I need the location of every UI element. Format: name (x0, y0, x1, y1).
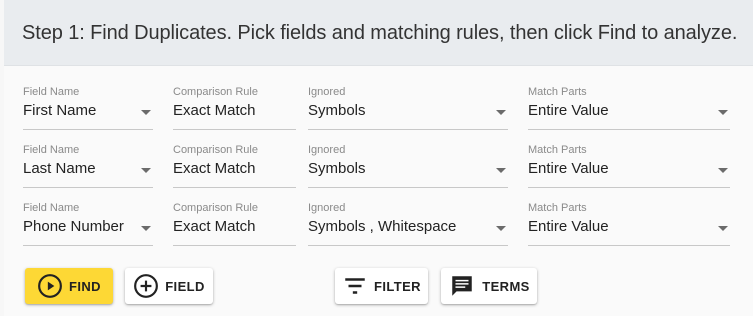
arrow-drop-down-icon (141, 226, 151, 231)
field-name-label: Field Name (23, 86, 80, 98)
field-name-select-1[interactable]: Field Name First Name (23, 86, 153, 130)
ignored-select-2[interactable]: Ignored Symbols (308, 144, 508, 188)
match-parts-select-2[interactable]: Match Parts Entire Value (528, 144, 730, 188)
field-underline (308, 245, 508, 246)
add-circle-outline-icon (133, 273, 159, 299)
match-parts-value: Entire Value (528, 218, 609, 235)
arrow-drop-down-icon (496, 110, 506, 115)
field-underline (173, 187, 296, 188)
field-name-value: First Name (23, 102, 97, 119)
arrow-drop-down-icon (718, 226, 728, 231)
ignored-label: Ignored (308, 86, 346, 98)
step-header: Step 1: Find Duplicates. Pick fields and… (4, 0, 753, 66)
filter-button-label: FILTER (374, 278, 421, 294)
field-underline (528, 187, 730, 188)
filter-list-icon (342, 273, 368, 299)
match-parts-label: Match Parts (528, 86, 587, 98)
match-parts-value: Entire Value (528, 160, 609, 177)
arrow-drop-down-icon (496, 168, 506, 173)
find-button[interactable]: FIND (25, 268, 113, 304)
match-parts-select-3[interactable]: Match Parts Entire Value (528, 202, 730, 246)
field-underline (173, 245, 296, 246)
comparison-rule-label: Comparison Rule (173, 144, 258, 156)
add-field-button-label: FIELD (165, 278, 205, 294)
comparison-rule-label: Comparison Rule (173, 202, 258, 214)
step-title: Step 1: Find Duplicates. Pick fields and… (22, 22, 738, 44)
terms-button-label: TERMS (482, 278, 530, 294)
ignored-select-3[interactable]: Ignored Symbols , Whitespace (308, 202, 508, 246)
comparison-rule-value: Exact Match (173, 160, 256, 177)
field-underline (528, 245, 730, 246)
field-name-select-3[interactable]: Field Name Phone Number (23, 202, 153, 246)
find-button-label: FIND (69, 278, 101, 294)
comparison-rule-select-3[interactable]: Comparison Rule Exact Match (173, 202, 296, 246)
ignored-value: Symbols , Whitespace (308, 218, 457, 235)
field-underline (23, 187, 153, 188)
comparison-rule-value: Exact Match (173, 218, 256, 235)
field-underline (23, 245, 153, 246)
ignored-label: Ignored (308, 144, 346, 156)
field-underline (173, 129, 296, 130)
field-name-label: Field Name (23, 202, 80, 214)
arrow-drop-down-icon (496, 226, 506, 231)
field-underline (308, 187, 508, 188)
comment-icon (448, 273, 476, 299)
field-underline (528, 129, 730, 130)
arrow-drop-down-icon (141, 168, 151, 173)
arrow-drop-down-icon (718, 110, 728, 115)
ignored-label: Ignored (308, 202, 346, 214)
add-field-button[interactable]: FIELD (125, 268, 213, 304)
match-parts-label: Match Parts (528, 144, 587, 156)
field-underline (308, 129, 508, 130)
field-underline (23, 129, 153, 130)
terms-button[interactable]: TERMS (441, 268, 537, 304)
match-parts-label: Match Parts (528, 202, 587, 214)
field-name-select-2[interactable]: Field Name Last Name (23, 144, 153, 188)
comparison-rule-label: Comparison Rule (173, 86, 258, 98)
ignored-value: Symbols (308, 102, 366, 119)
ignored-select-1[interactable]: Ignored Symbols (308, 86, 508, 130)
filter-button[interactable]: FILTER (335, 268, 428, 304)
field-name-label: Field Name (23, 144, 80, 156)
match-parts-select-1[interactable]: Match Parts Entire Value (528, 86, 730, 130)
comparison-rule-select-1[interactable]: Comparison Rule Exact Match (173, 86, 296, 130)
play-circle-outline-icon (37, 273, 63, 299)
match-parts-value: Entire Value (528, 102, 609, 119)
arrow-drop-down-icon (141, 110, 151, 115)
comparison-rule-select-2[interactable]: Comparison Rule Exact Match (173, 144, 296, 188)
ignored-value: Symbols (308, 160, 366, 177)
field-name-value: Last Name (23, 160, 96, 177)
comparison-rule-value: Exact Match (173, 102, 256, 119)
field-name-value: Phone Number (23, 218, 124, 235)
arrow-drop-down-icon (718, 168, 728, 173)
